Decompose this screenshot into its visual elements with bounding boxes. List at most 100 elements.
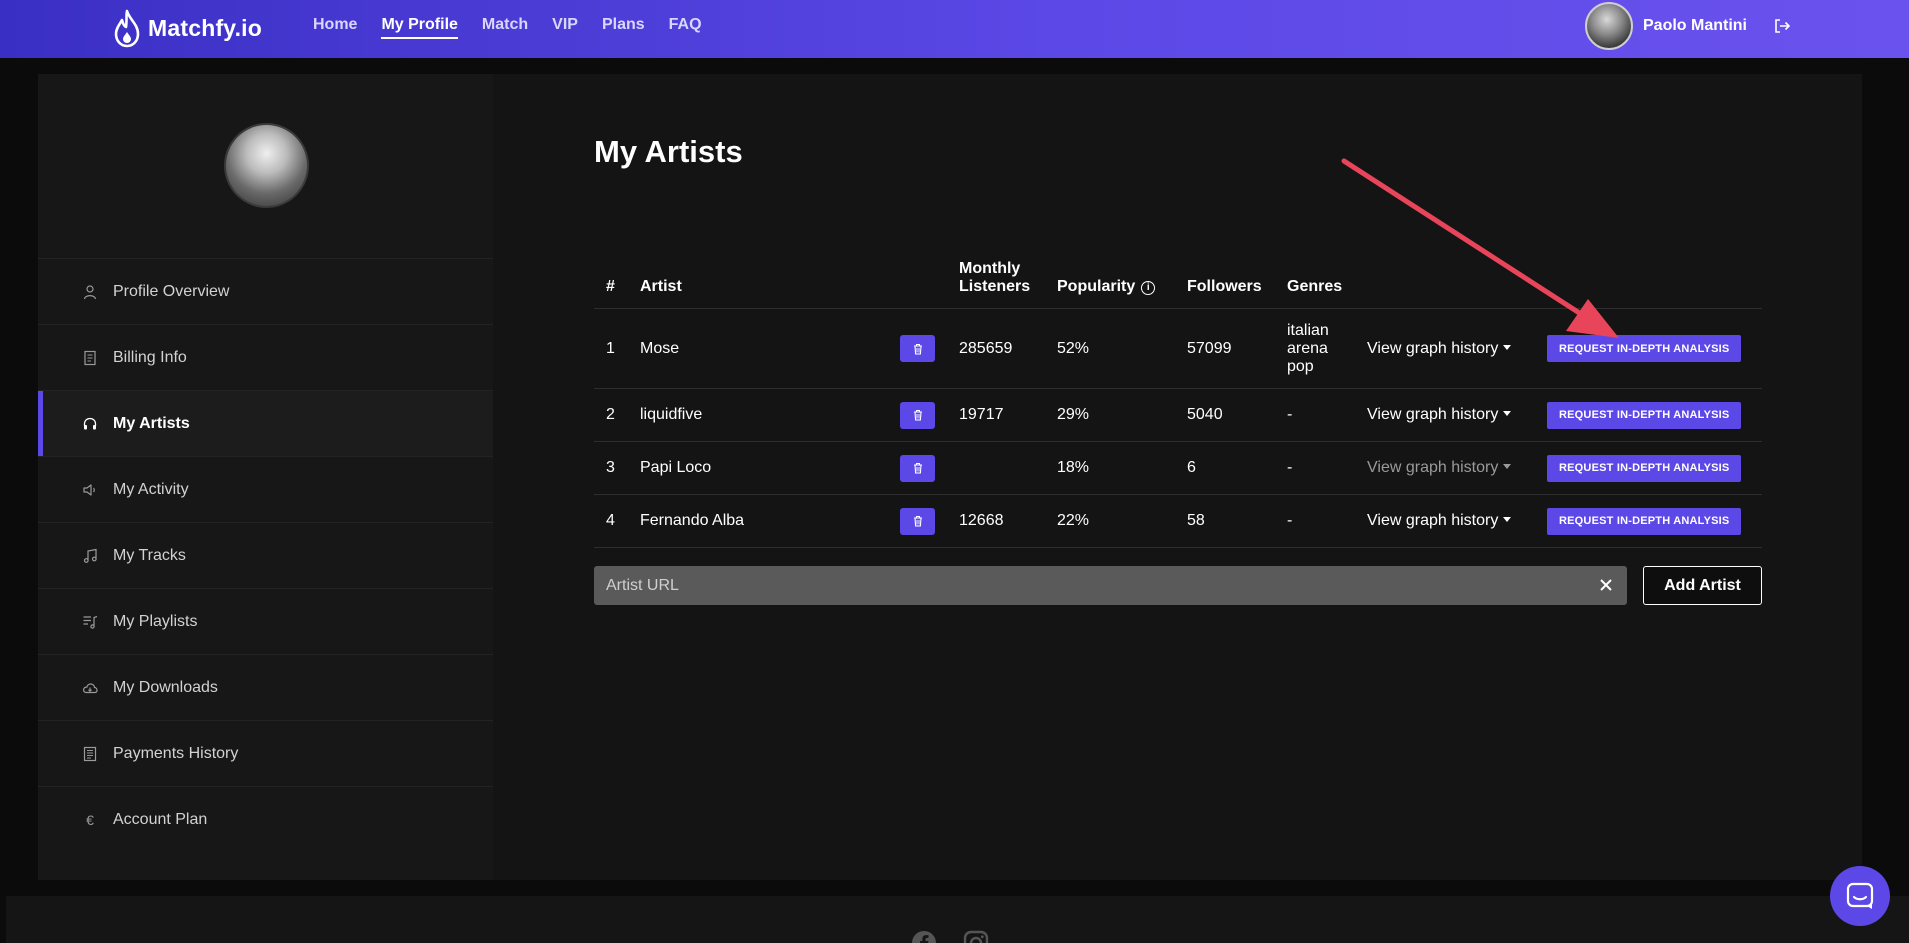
sidebar-item-my-playlists[interactable]: My Playlists: [38, 588, 493, 654]
delete-artist-button[interactable]: [900, 454, 935, 482]
nav-home[interactable]: Home: [313, 16, 357, 39]
facebook-icon[interactable]: [911, 930, 937, 943]
row-num: 1: [594, 308, 628, 389]
col-followers-header: Followers: [1175, 260, 1275, 309]
profile-avatar: [224, 123, 309, 208]
instagram-icon[interactable]: [963, 930, 989, 943]
user-icon: [82, 284, 98, 300]
trash-icon: [913, 462, 922, 474]
sidebar-item-label: Payments History: [113, 744, 239, 762]
add-artist-button[interactable]: Add Artist: [1643, 566, 1762, 605]
sidebar-item-my-activity[interactable]: My Activity: [38, 456, 493, 522]
sidebar-item-profile-overview[interactable]: Profile Overview: [38, 258, 493, 324]
followers: 5040: [1175, 388, 1275, 442]
row-num: 3: [594, 441, 628, 495]
footer: [6, 896, 1909, 943]
view-graph-history-dropdown[interactable]: View graph history: [1367, 459, 1512, 476]
nav-match[interactable]: Match: [482, 16, 528, 39]
receipt-icon: [82, 746, 98, 762]
trash-icon: [913, 343, 922, 355]
popularity: 29%: [1045, 388, 1175, 442]
monthly-listeners: 12668: [947, 494, 1045, 548]
sidebar-item-payments-history[interactable]: Payments History: [38, 720, 493, 786]
sidebar-item-my-tracks[interactable]: My Tracks: [38, 522, 493, 588]
graph-cell: View graph history: [1355, 388, 1535, 442]
monthly-listeners: [947, 441, 1045, 495]
followers: 58: [1175, 494, 1275, 548]
col-delete-header: [888, 260, 947, 309]
sidebar-item-label: My Downloads: [113, 678, 218, 696]
brand-logo[interactable]: Matchfy.io: [112, 8, 262, 48]
sidebar-item-label: My Playlists: [113, 612, 198, 630]
headphones-icon: [82, 416, 98, 432]
page-title: My Artists: [594, 134, 743, 169]
monthly-listeners: 285659: [947, 308, 1045, 389]
speaker-icon: [82, 482, 98, 498]
col-num-header: #: [594, 260, 628, 309]
music-note-icon: [82, 548, 98, 564]
playlist-icon: [82, 614, 98, 630]
request-analysis-button[interactable]: REQUEST IN-DEPTH ANALYSIS: [1547, 454, 1742, 482]
table-row: 3 Papi Loco 18% 6 - View graph history R…: [594, 441, 1762, 495]
request-analysis-button[interactable]: REQUEST IN-DEPTH ANALYSIS: [1547, 401, 1742, 429]
artist-name: Mose: [628, 308, 888, 389]
caret-down-icon: [1503, 344, 1512, 350]
sidebar-item-account-plan[interactable]: € Account Plan: [38, 786, 493, 852]
row-num: 2: [594, 388, 628, 442]
view-graph-history-dropdown[interactable]: View graph history: [1367, 512, 1512, 529]
col-popularity-header: Popularity i: [1045, 260, 1175, 309]
avatar[interactable]: [1585, 2, 1633, 50]
user-menu[interactable]: Paolo Mantini: [1585, 2, 1791, 50]
artist-name: liquidfive: [628, 388, 888, 442]
nav-faq[interactable]: FAQ: [669, 16, 702, 39]
table-row: 4 Fernando Alba 12668 22% 58 - View grap…: [594, 494, 1762, 548]
delete-artist-button[interactable]: [900, 335, 935, 362]
dropdown-label: View graph history: [1367, 459, 1499, 476]
document-icon: [82, 350, 98, 366]
delete-cell: [888, 494, 947, 548]
dropdown-label: View graph history: [1367, 512, 1499, 529]
nav-my-profile[interactable]: My Profile: [381, 16, 458, 39]
logout-icon[interactable]: [1773, 17, 1791, 35]
close-icon[interactable]: [1599, 578, 1613, 592]
followers: 57099: [1175, 308, 1275, 389]
sidebar-item-my-artists[interactable]: My Artists: [38, 390, 493, 457]
table-row: 2 liquidfive 19717 29% 5040 - View graph…: [594, 388, 1762, 442]
chat-icon: [1846, 882, 1874, 909]
genres: -: [1275, 441, 1355, 495]
caret-down-icon: [1503, 464, 1512, 469]
genres: -: [1275, 494, 1355, 548]
col-monthly-listeners-header: Monthly Listeners: [947, 260, 1045, 309]
sidebar-item-billing-info[interactable]: Billing Info: [38, 324, 493, 390]
top-navbar: Matchfy.io Home My Profile Match VIP Pla…: [0, 0, 1909, 58]
info-icon[interactable]: i: [1141, 281, 1156, 295]
delete-artist-button[interactable]: [900, 507, 935, 535]
header-popularity-label: Popularity: [1057, 278, 1136, 295]
nav-plans[interactable]: Plans: [602, 16, 645, 39]
caret-down-icon: [1503, 517, 1512, 522]
nav-vip[interactable]: VIP: [552, 16, 578, 39]
genre: italian: [1287, 321, 1329, 339]
view-graph-history-dropdown[interactable]: View graph history: [1367, 406, 1512, 423]
sidebar-menu: Profile Overview Billing Info My Artists…: [38, 258, 493, 852]
request-analysis-button[interactable]: REQUEST IN-DEPTH ANALYSIS: [1547, 507, 1742, 535]
delete-cell: [888, 441, 947, 495]
action-cell: REQUEST IN-DEPTH ANALYSIS: [1535, 441, 1762, 495]
annotation-arrow: [1341, 158, 1619, 338]
cloud-download-icon: [82, 680, 98, 696]
col-artist-header: Artist: [628, 260, 888, 309]
user-name[interactable]: Paolo Mantini: [1643, 17, 1747, 35]
chat-launcher-button[interactable]: [1830, 866, 1890, 926]
caret-down-icon: [1503, 411, 1512, 416]
flame-icon: [114, 9, 140, 48]
sidebar-item-label: Account Plan: [113, 810, 208, 828]
sidebar-item-my-downloads[interactable]: My Downloads: [38, 654, 493, 720]
popularity: 18%: [1045, 441, 1175, 495]
artist-url-input[interactable]: [606, 566, 1566, 605]
artist-url-field[interactable]: [594, 566, 1627, 605]
artist-name: Fernando Alba: [628, 494, 888, 548]
delete-artist-button[interactable]: [900, 401, 935, 429]
graph-cell: View graph history: [1355, 441, 1535, 495]
euro-icon: €: [86, 811, 94, 828]
header-monthly-line2: Listeners: [959, 278, 1031, 295]
